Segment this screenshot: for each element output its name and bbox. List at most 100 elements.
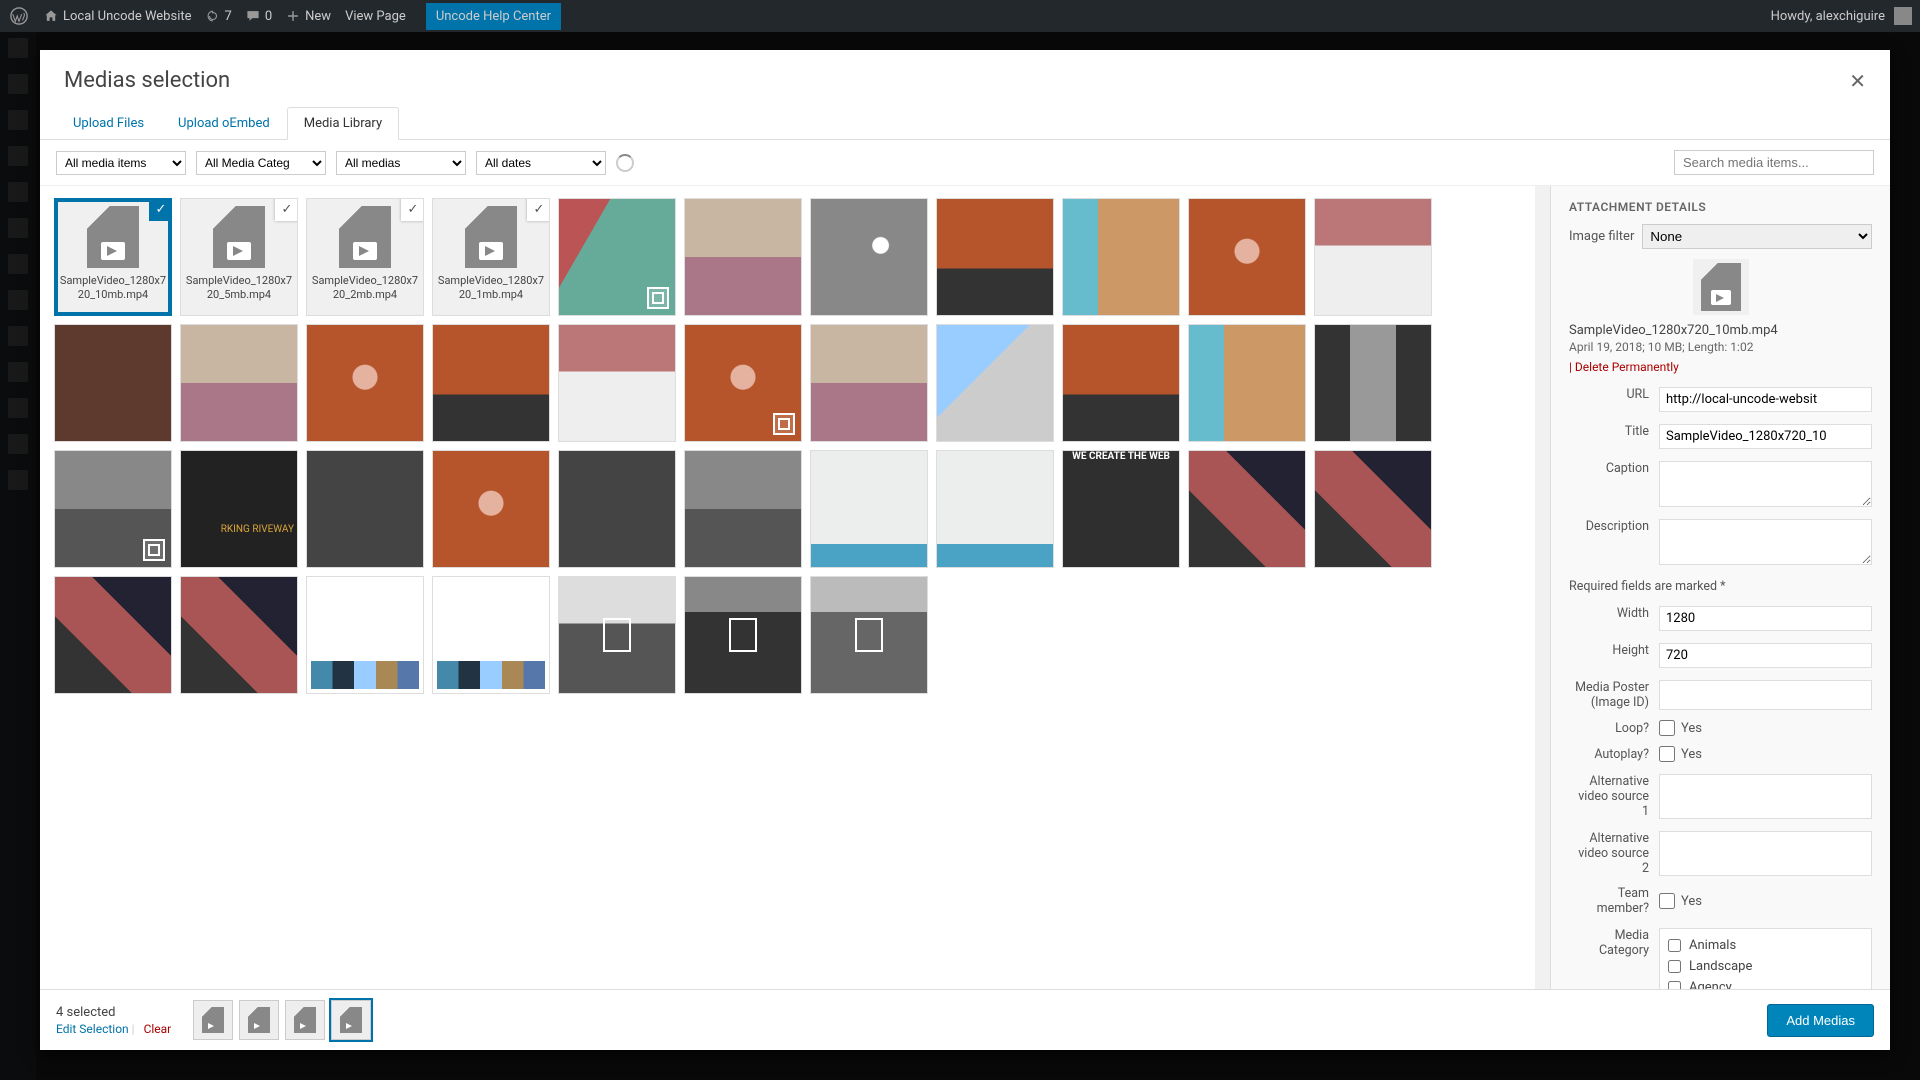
media-item-image[interactable] [810,576,928,694]
video-file-icon [1701,263,1741,311]
media-item-image[interactable] [1314,324,1432,442]
delete-permanently-link[interactable]: | Delete Permanently [1569,360,1679,374]
media-item-image[interactable] [558,324,676,442]
media-item-image[interactable] [54,324,172,442]
media-item-image[interactable] [306,324,424,442]
media-item-image[interactable] [684,198,802,316]
media-item-image[interactable] [432,576,550,694]
media-item-image[interactable] [54,450,172,568]
media-item-image[interactable] [558,450,676,568]
tab-upload-oembed[interactable]: Upload oEmbed [161,107,287,140]
media-item-image[interactable] [684,324,802,442]
home-icon [44,9,58,23]
user-account-link[interactable]: Howdy, alexchiguire [1771,7,1912,25]
category-checkbox[interactable] [1668,981,1681,989]
scrollbar[interactable] [1535,186,1550,989]
media-category-list: Animals Landscape Agency Photography Mar… [1659,928,1872,989]
media-item-image[interactable] [558,198,676,316]
selected-thumb[interactable] [285,1000,325,1040]
media-item-video[interactable]: ✓ SampleVideo_1280x720_10mb.mp4 [54,198,172,316]
media-item-image[interactable] [936,450,1054,568]
media-item-image[interactable] [558,576,676,694]
view-page-link[interactable]: View Page [345,9,406,24]
media-item-image[interactable]: WE CREATE THE WEB [1062,450,1180,568]
media-item-image[interactable] [810,198,928,316]
media-item-image[interactable] [684,450,802,568]
avatar [1894,7,1912,25]
media-item-image[interactable] [1062,198,1180,316]
loop-checkbox[interactable] [1659,720,1675,736]
media-item-image[interactable] [810,450,928,568]
modal-header: Medias selection ✕ [40,50,1890,107]
media-tabs: Upload Files Upload oEmbed Media Library [40,107,1890,140]
search-input[interactable] [1674,150,1874,175]
details-heading: ATTACHMENT DETAILS [1569,200,1872,214]
media-filename: SampleVideo_1280x720_1mb.mp4 [433,268,549,309]
alt-video-2-field[interactable] [1659,831,1872,876]
spinner-icon [616,154,634,172]
media-item-image[interactable] [180,576,298,694]
media-item-image[interactable] [180,324,298,442]
filter-medias[interactable]: All medias [336,151,466,175]
plus-icon [286,9,300,23]
updates-link[interactable]: 7 [206,9,232,24]
media-item-image[interactable] [54,576,172,694]
media-item-video[interactable]: ✓ SampleVideo_1280x720_1mb.mp4 [432,198,550,316]
category-checkbox[interactable] [1668,960,1681,973]
media-item-image[interactable] [810,324,928,442]
media-item-image[interactable] [1314,198,1432,316]
media-item-video[interactable]: ✓ SampleVideo_1280x720_5mb.mp4 [180,198,298,316]
tab-upload-files[interactable]: Upload Files [56,107,161,140]
video-file-icon [294,1007,316,1033]
media-toolbar: All media items All Media Categ All medi… [40,140,1890,186]
media-item-image[interactable] [432,450,550,568]
media-item-video[interactable]: ✓ SampleVideo_1280x720_2mb.mp4 [306,198,424,316]
media-filename: SampleVideo_1280x720_10mb.mp4 [55,268,171,309]
selected-thumb[interactable] [331,1000,371,1040]
clear-selection-link[interactable]: Clear [144,1022,172,1036]
alt-video-1-field[interactable] [1659,774,1872,819]
help-center-link[interactable]: Uncode Help Center [426,3,561,30]
media-item-image[interactable] [1188,198,1306,316]
filter-dates[interactable]: All dates [476,151,606,175]
new-content-link[interactable]: New [286,9,331,24]
comments-link[interactable]: 0 [246,9,272,24]
filter-media-category[interactable]: All Media Categ [196,151,326,175]
media-item-image[interactable] [1314,450,1432,568]
attachment-thumbnail [1693,259,1749,315]
media-item-image[interactable] [1062,324,1180,442]
media-item-image[interactable] [1188,324,1306,442]
close-icon[interactable]: ✕ [1849,69,1866,93]
height-field[interactable] [1659,643,1872,668]
width-field[interactable] [1659,606,1872,631]
media-item-image[interactable] [306,576,424,694]
caption-field[interactable] [1659,461,1872,507]
team-member-checkbox[interactable] [1659,893,1675,909]
image-filter-select[interactable]: None [1642,224,1872,249]
media-item-image[interactable] [1188,450,1306,568]
wp-logo[interactable] [8,5,30,27]
media-item-image[interactable] [684,576,802,694]
media-item-image[interactable] [936,324,1054,442]
media-item-image[interactable] [432,324,550,442]
poster-field[interactable] [1659,680,1872,710]
hero-text: WE CREATE THE WEB [1063,451,1179,567]
tab-media-library[interactable]: Media Library [287,107,399,140]
title-field[interactable] [1659,424,1872,449]
edit-selection-link[interactable]: Edit Selection [56,1022,129,1036]
media-item-image[interactable] [936,198,1054,316]
selected-thumbnails [193,1000,371,1040]
url-field[interactable] [1659,387,1872,412]
add-medias-button[interactable]: Add Medias [1767,1004,1874,1037]
autoplay-checkbox[interactable] [1659,746,1675,762]
attachment-filename: SampleVideo_1280x720_10mb.mp4 [1569,323,1872,338]
filter-media-items[interactable]: All media items [56,151,186,175]
selected-thumb[interactable] [239,1000,279,1040]
site-name-link[interactable]: Local Uncode Website [44,9,192,24]
selected-thumb[interactable] [193,1000,233,1040]
description-field[interactable] [1659,519,1872,565]
media-item-image[interactable] [306,450,424,568]
category-checkbox[interactable] [1668,939,1681,952]
media-item-image[interactable] [180,450,298,568]
check-icon: ✓ [149,198,172,221]
